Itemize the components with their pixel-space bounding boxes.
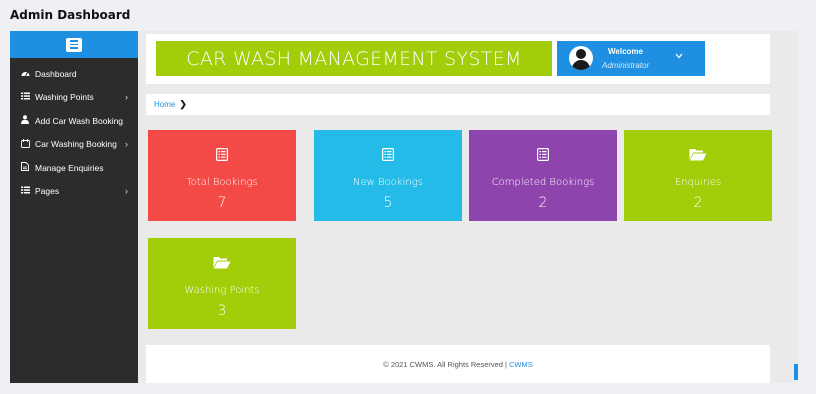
- avatar: [569, 46, 593, 70]
- breadcrumb: Home ❯: [146, 94, 770, 115]
- sidebar-item-car-washing-booking[interactable]: Car Washing Booking ›: [10, 133, 138, 157]
- tile-label: Total Bookings: [186, 177, 258, 188]
- tile-value: 2: [693, 195, 703, 211]
- chevron-down-icon[interactable]: [675, 51, 683, 62]
- tile-value: 7: [217, 195, 227, 211]
- file-icon: [20, 162, 30, 173]
- sidebar-item-manage-enquiries[interactable]: Manage Enquiries: [10, 156, 138, 180]
- footer-link[interactable]: CWMS: [509, 360, 533, 369]
- dashboard-icon: [20, 69, 30, 79]
- tile-total-bookings[interactable]: Total Bookings 7: [148, 130, 296, 221]
- folder-open-icon: [148, 256, 296, 274]
- menu-icon[interactable]: [66, 37, 82, 52]
- tile-label: New Bookings: [353, 177, 423, 188]
- header: CAR WASH MANAGEMENT SYSTEM Welcome Admin…: [146, 34, 770, 84]
- breadcrumb-separator: ❯: [179, 99, 187, 109]
- sidebar-item-label: Add Car Wash Booking: [35, 115, 124, 126]
- footer: © 2021 CWMS. All Rights Reserved | CWMS: [146, 345, 770, 383]
- list-alt-icon: [469, 148, 617, 166]
- sidebar-item-dashboard[interactable]: Dashboard: [10, 62, 138, 86]
- tile-enquiries[interactable]: Enquiries 2: [624, 130, 772, 221]
- sidebar: Dashboard Washing Points › Add Car Wash …: [10, 31, 138, 383]
- tile-label: Washing Points: [184, 285, 260, 296]
- sidebar-item-label: Dashboard: [35, 68, 77, 79]
- sidebar-item-label: Car Washing Booking: [35, 139, 117, 150]
- chevron-right-icon: ›: [125, 92, 128, 103]
- list-icon: [20, 92, 30, 102]
- footer-copyright: © 2021 CWMS. All Rights Reserved |: [383, 359, 508, 369]
- sidebar-header: [10, 31, 138, 58]
- welcome-text: Welcome: [608, 47, 643, 56]
- sidebar-item-add-car-wash-booking[interactable]: Add Car Wash Booking: [10, 109, 138, 133]
- main-content: CAR WASH MANAGEMENT SYSTEM Welcome Admin…: [138, 31, 798, 383]
- scrollbar-thumb[interactable]: [794, 364, 798, 380]
- tile-label: Enquiries: [674, 177, 722, 188]
- scrollbar[interactable]: [788, 31, 798, 383]
- page-heading: Admin Dashboard: [10, 8, 131, 22]
- list-icon: [20, 186, 30, 196]
- sidebar-nav: Dashboard Washing Points › Add Car Wash …: [10, 62, 138, 203]
- car-icon: [20, 138, 30, 150]
- brand-title: CAR WASH MANAGEMENT SYSTEM: [156, 41, 552, 76]
- sidebar-item-label: Washing Points: [35, 92, 94, 103]
- chevron-right-icon: ›: [125, 139, 128, 150]
- sidebar-item-label: Manage Enquiries: [35, 162, 104, 173]
- list-alt-icon: [314, 148, 462, 166]
- sidebar-item-pages[interactable]: Pages ›: [10, 180, 138, 204]
- tile-completed-bookings[interactable]: Completed Bookings 2: [469, 130, 617, 221]
- chevron-right-icon: ›: [125, 186, 128, 197]
- tile-washing-points[interactable]: Washing Points 3: [148, 238, 296, 329]
- sidebar-item-label: Pages: [35, 186, 60, 197]
- list-alt-icon: [148, 148, 296, 166]
- user-icon: [20, 115, 30, 126]
- tile-label: Completed Bookings: [491, 177, 595, 188]
- breadcrumb-home[interactable]: Home: [154, 100, 175, 109]
- tile-new-bookings[interactable]: New Bookings 5: [314, 130, 462, 221]
- tile-value: 3: [217, 303, 227, 319]
- user-menu[interactable]: Welcome Administrator: [557, 41, 705, 76]
- folder-open-icon: [624, 148, 772, 166]
- tile-value: 2: [538, 195, 548, 211]
- sidebar-item-washing-points[interactable]: Washing Points ›: [10, 86, 138, 110]
- app-frame: Dashboard Washing Points › Add Car Wash …: [10, 31, 798, 383]
- tile-value: 5: [383, 195, 393, 211]
- user-role: Administrator: [602, 61, 650, 70]
